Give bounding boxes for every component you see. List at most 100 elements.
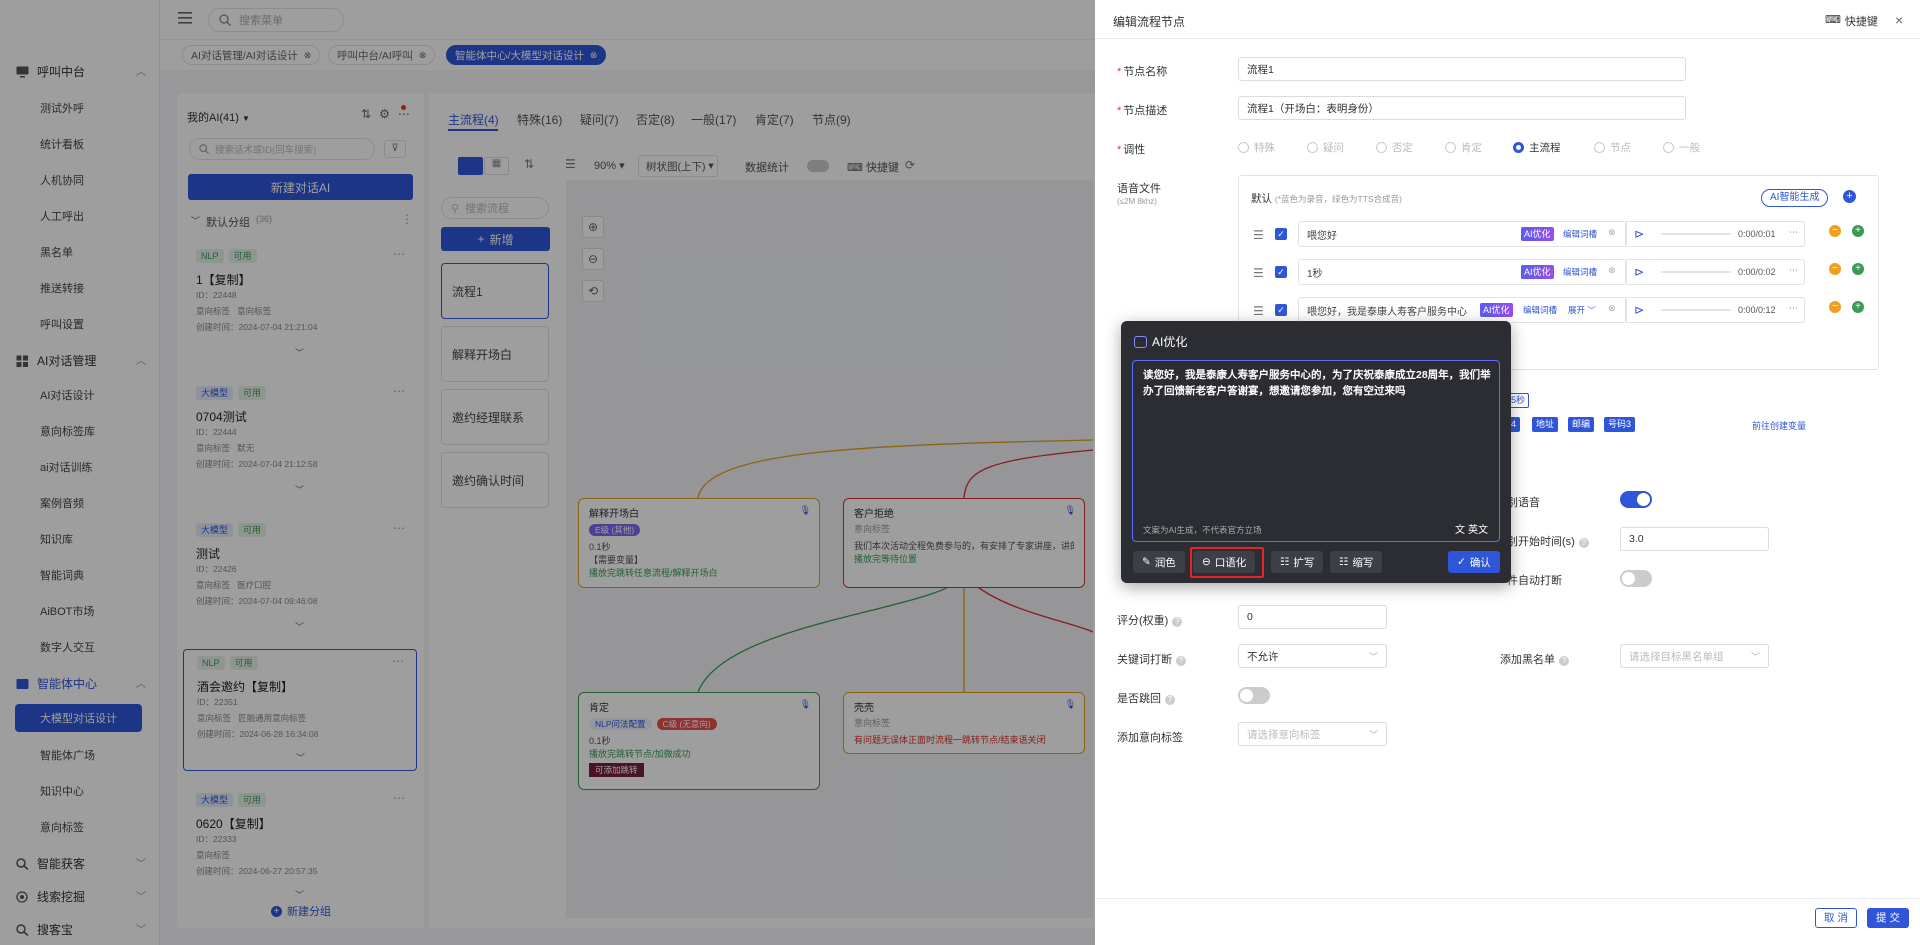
label-text: 评分(权重) (1117, 615, 1169, 627)
score-input[interactable]: 0 (1238, 605, 1387, 629)
audio-player[interactable]: ⊳ 0:00/0:02 ⋯ (1625, 259, 1805, 285)
tone-radio-general[interactable]: 一般 (1663, 140, 1700, 155)
edit-slot-link[interactable]: 编辑词槽 (1563, 266, 1597, 278)
variable-chip[interactable]: 号码3 (1604, 417, 1636, 432)
audio-progress[interactable] (1661, 271, 1731, 273)
tone-label: * 调性 (1117, 144, 1146, 156)
drag-handle-icon[interactable]: ☰ (1253, 228, 1264, 242)
radio-dot (1307, 142, 1318, 153)
confirm-button[interactable]: ✓ 确认 (1448, 551, 1500, 573)
play-icon[interactable]: ⊳ (1634, 265, 1644, 279)
more-icon[interactable]: ⋯ (1789, 227, 1798, 238)
tone-radio-positive[interactable]: 肯定 (1445, 140, 1482, 155)
repeat-toggle[interactable] (1238, 687, 1270, 704)
audio-time: 0:00/0:02 (1738, 267, 1776, 277)
play-icon[interactable]: ⊳ (1634, 303, 1644, 317)
minus-icon[interactable]: − (1829, 301, 1841, 313)
drag-handle-icon[interactable]: ☰ (1253, 304, 1264, 318)
ai-optimize-tag[interactable]: AI优化 (1521, 265, 1554, 279)
auto-interrupt-toggle[interactable] (1620, 570, 1652, 587)
close-icon[interactable]: × (1895, 12, 1903, 28)
chevron-down-icon: ﹀ (1750, 652, 1760, 662)
polish-button[interactable]: ✎ 润色 (1133, 551, 1185, 573)
translate-english-button[interactable]: 文英文 (1455, 521, 1488, 536)
kw-interrupt-select[interactable]: 不允许 ﹀ (1238, 644, 1387, 668)
help-icon[interactable]: ? (1578, 538, 1589, 548)
audio-player[interactable]: ⊳ 0:00/0:12 ⋯ (1625, 297, 1805, 323)
more-icon[interactable]: ⋯ (1789, 265, 1798, 276)
ai-disclaimer: 文案为AI生成，不代表官方立场 (1143, 525, 1262, 535)
popover-title: AI优化 (1152, 335, 1188, 349)
radio-dot (1238, 142, 1249, 153)
radio-dot (1594, 142, 1605, 153)
ai-optimize-tag[interactable]: AI优化 (1480, 303, 1513, 317)
footer-divider (1095, 898, 1920, 899)
play-icon[interactable]: ⊳ (1634, 227, 1644, 241)
minus-icon[interactable]: − (1829, 225, 1841, 237)
voice-checkbox[interactable]: ✓ (1275, 228, 1287, 240)
help-icon[interactable]: ? (1172, 617, 1183, 627)
node-desc-input[interactable]: 流程1（开场白：表明身份） (1238, 96, 1686, 120)
minus-icon[interactable]: − (1829, 263, 1841, 275)
tone-radio-main-flow[interactable]: 主流程 (1513, 140, 1561, 155)
radio-dot (1513, 142, 1524, 153)
add-voice-icon[interactable]: + (1843, 190, 1856, 203)
blacklist-select[interactable]: 请选择目标黑名单组 ﹀ (1620, 644, 1769, 668)
voice-text: 喂您好 (1307, 230, 1337, 242)
tone-radio-negative[interactable]: 否定 (1376, 140, 1413, 155)
tone-radio-special[interactable]: 特殊 (1238, 140, 1275, 155)
help-icon[interactable]: ? (1165, 695, 1175, 705)
label-text: 节点描述 (1123, 105, 1168, 117)
node-name-input[interactable]: 流程1 (1238, 57, 1686, 81)
tone-radio-node[interactable]: 节点 (1594, 140, 1631, 155)
speech-recog-toggle[interactable] (1620, 491, 1652, 508)
voice-checkbox[interactable]: ✓ (1275, 266, 1287, 278)
remove-icon[interactable]: ⊗ (1608, 303, 1616, 314)
kw-interrupt-label: 关键词打断? (1117, 651, 1186, 667)
radio-label: 节点 (1610, 142, 1631, 154)
shorten-button[interactable]: ☷ 缩写 (1330, 551, 1383, 573)
remove-icon[interactable]: ⊗ (1608, 265, 1616, 276)
tone-radio-question[interactable]: 疑问 (1307, 140, 1344, 155)
remove-icon[interactable]: ⊗ (1608, 227, 1616, 238)
help-icon[interactable]: ? (1176, 656, 1186, 666)
submit-button[interactable]: 提 交 (1867, 908, 1909, 928)
radio-label: 疑问 (1323, 142, 1344, 154)
keyboard-icon: ⌨ (1825, 14, 1841, 26)
variable-chip[interactable]: 地址 (1532, 417, 1559, 432)
list-icon: ☷ (1339, 556, 1349, 568)
label-text: 别开始时间(s) (1507, 536, 1575, 548)
intent-label: 添加意向标签 (1117, 729, 1183, 745)
cancel-button[interactable]: 取 消 (1815, 908, 1857, 928)
drag-handle-icon[interactable]: ☰ (1253, 266, 1264, 280)
voice-checkbox[interactable]: ✓ (1275, 304, 1287, 316)
edit-slot-link[interactable]: 编辑词槽 (1523, 304, 1557, 316)
expand-link[interactable]: 展开 ﹀ (1568, 304, 1596, 316)
blacklist-label: 添加黑名单? (1500, 651, 1569, 667)
plus-icon[interactable]: + (1852, 301, 1864, 313)
shortcut-button[interactable]: ⌨ 快捷键 (1825, 13, 1878, 29)
auto-interrupt-label: 件自动打断 (1507, 575, 1562, 587)
translate-icon: 文 (1455, 525, 1465, 536)
expand-write-button[interactable]: ☷ 扩写 (1271, 551, 1324, 573)
ai-optimize-tag[interactable]: AI优化 (1521, 227, 1554, 241)
variable-chip[interactable]: 邮编 (1568, 417, 1595, 432)
voice-file-sub: (≤2M 8khz) (1117, 197, 1157, 206)
edit-slot-link[interactable]: 编辑词槽 (1563, 228, 1597, 240)
robot-icon (1134, 335, 1147, 348)
intent-select[interactable]: 请选择意向标签 ﹀ (1238, 722, 1387, 746)
create-variable-link[interactable]: 前往创建变量 (1752, 419, 1806, 432)
more-icon[interactable]: ⋯ (1789, 303, 1798, 314)
list-icon: ☷ (1280, 556, 1290, 568)
button-label: 扩写 (1293, 556, 1315, 569)
ai-generate-button[interactable]: AI智能生成 (1761, 189, 1829, 207)
modal-overlay[interactable] (0, 0, 1095, 945)
recog-start-input[interactable]: 3.0 (1620, 527, 1769, 551)
audio-player[interactable]: ⊳ 0:00/0:01 ⋯ (1625, 221, 1805, 247)
plus-icon[interactable]: + (1852, 263, 1864, 275)
audio-progress[interactable] (1661, 233, 1731, 235)
ai-content-textarea[interactable]: 读您好，我是泰康人寿客户服务中心的，为了庆祝泰康成立28周年，我们举办了回馈新老… (1132, 360, 1500, 542)
audio-progress[interactable] (1661, 309, 1731, 311)
help-icon[interactable]: ? (1559, 656, 1569, 666)
plus-icon[interactable]: + (1852, 225, 1864, 237)
